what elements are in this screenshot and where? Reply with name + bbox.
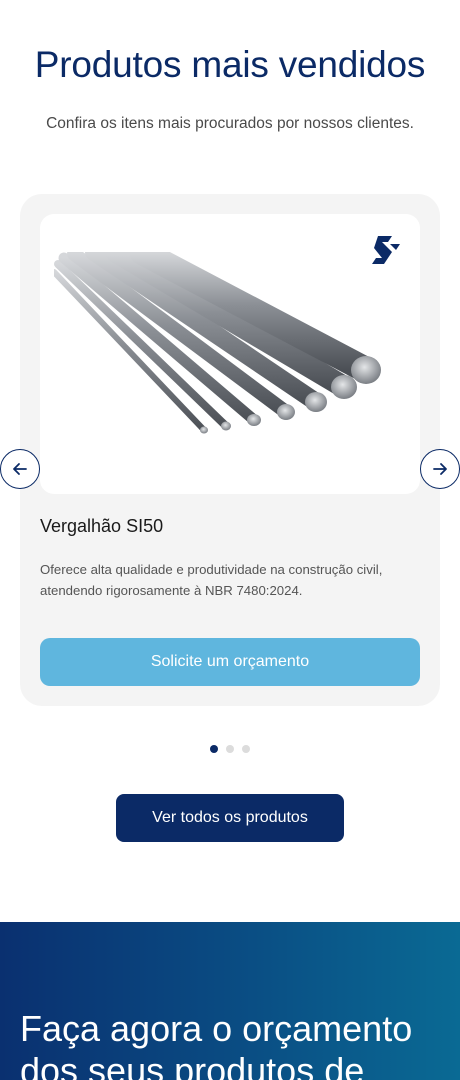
cta-title: Faça agora o orçamento dos seus produtos … (20, 1008, 413, 1080)
carousel-next-button[interactable] (420, 449, 460, 489)
product-card: Vergalhão SI50 Oferece alta qualidade e … (20, 194, 440, 706)
arrow-right-icon (433, 463, 447, 475)
carousel-pagination (0, 745, 460, 753)
quote-cta-section: Faça agora o orçamento dos seus produtos … (0, 922, 460, 1080)
product-title: Vergalhão SI50 (40, 516, 164, 536)
rebar-bundle-image (54, 252, 381, 434)
view-all-products-button[interactable]: Ver todos os produtos (116, 794, 344, 842)
product-image-frame (40, 214, 420, 494)
request-quote-button[interactable]: Solicite um orçamento (40, 638, 420, 686)
carousel-dot-1[interactable] (210, 745, 218, 753)
carousel-prev-button[interactable] (0, 449, 40, 489)
carousel-dot-2[interactable] (226, 745, 234, 753)
arrow-left-icon (13, 463, 27, 475)
page-title: Produtos mais vendidos (34, 44, 426, 85)
page-subtitle: Confira os itens mais procurados por nos… (46, 115, 414, 132)
carousel-dot-3[interactable] (242, 745, 250, 753)
product-description: Oferece alta qualidade e produtividade n… (40, 562, 383, 598)
